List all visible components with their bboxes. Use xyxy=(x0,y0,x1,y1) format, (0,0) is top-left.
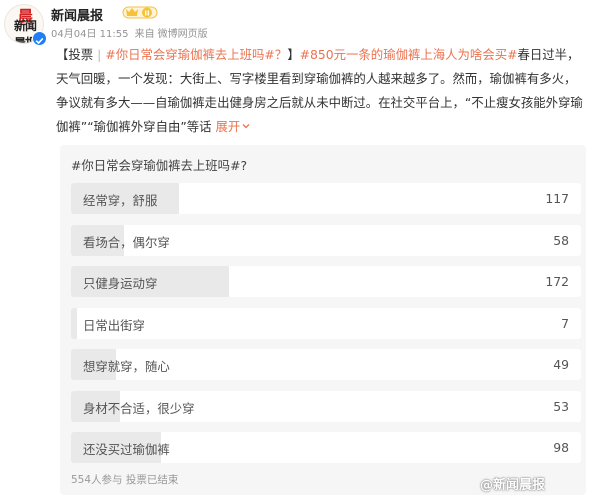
poll-card: #你日常会穿瑜伽裤去上班吗#? 经常穿，舒服 117 看场合，偶尔穿 58 只健身运动穿… xyxy=(60,145,586,495)
poll-option-label: 还没买过瑜伽裤 xyxy=(83,442,170,457)
poll-option-bar xyxy=(71,307,78,339)
poll-title: #你日常会穿瑜伽裤去上班吗#? xyxy=(71,158,248,173)
poll-option-count: 117 xyxy=(545,191,569,206)
poll-option-label: 经常穿，舒服 xyxy=(83,193,158,208)
poll-option[interactable]: 还没买过瑜伽裤 98 xyxy=(71,432,581,463)
poll-option-label: 看场合，偶尔穿 xyxy=(83,234,170,250)
post-source: 微博网页版 xyxy=(157,29,208,40)
poll-option-label: 只健身运动穿 xyxy=(83,276,158,291)
post-meta: 04月04日 11:55 来自 微博网页版 xyxy=(51,25,211,40)
poll-option[interactable]: 想穿就穿，随心 49 xyxy=(71,349,581,380)
poll-option[interactable]: 只健身运动穿 172 xyxy=(71,266,581,297)
poll-option-count: 98 xyxy=(553,440,569,455)
poll-option[interactable]: 日常出街穿 7 xyxy=(71,307,581,339)
poll-option-count: 172 xyxy=(545,274,569,289)
poll-option-count: 58 xyxy=(553,232,569,248)
tag-close: 】 xyxy=(287,47,300,62)
poll-option-label: 身材不合适，很少穿 xyxy=(83,400,195,416)
expand-label: 展开 xyxy=(215,119,241,134)
poll-option-label: 想穿就穿，随心 xyxy=(83,359,170,374)
vip-level: II xyxy=(144,9,149,17)
account-name[interactable]: 新闻晨报 xyxy=(51,5,103,24)
poll-option-label: 日常出街穿 xyxy=(83,317,145,333)
poll-option[interactable]: 看场合，偶尔穿 58 xyxy=(71,224,581,256)
post-text: 【投票 | #你日常会穿瑜伽裤去上班吗#？】#850元一条的瑜伽裤上海人为啥会买#春… xyxy=(56,43,586,139)
expand-link[interactable]: 展开 xyxy=(216,119,251,134)
tag-divider: | xyxy=(97,47,102,62)
post-time[interactable]: 04月04日 11:55 xyxy=(51,29,128,40)
poll-option-count: 53 xyxy=(553,398,569,414)
tag-open: 【投票 xyxy=(56,47,94,62)
hashtag-link-2[interactable]: #850元一条的瑜伽裤上海人为啥会买# xyxy=(300,47,518,62)
poll-option[interactable]: 身材不合适，很少穿 53 xyxy=(71,390,581,422)
watermark: @新闻晨报 xyxy=(480,478,546,493)
vip-badge-icon[interactable]: II xyxy=(122,4,158,20)
verified-icon xyxy=(32,31,47,46)
source-prefix: 来自 xyxy=(134,29,155,40)
hashtag-link[interactable]: #你日常会穿瑜伽裤去上班吗#？ xyxy=(105,47,287,62)
poll-footer: 554人参与 投票已结束 xyxy=(71,474,179,486)
poll-option[interactable]: 经常穿，舒服 117 xyxy=(71,183,581,214)
poll-option-count: 7 xyxy=(561,315,569,331)
poll-option-count: 49 xyxy=(553,357,569,372)
chevron-down-icon xyxy=(242,124,250,129)
